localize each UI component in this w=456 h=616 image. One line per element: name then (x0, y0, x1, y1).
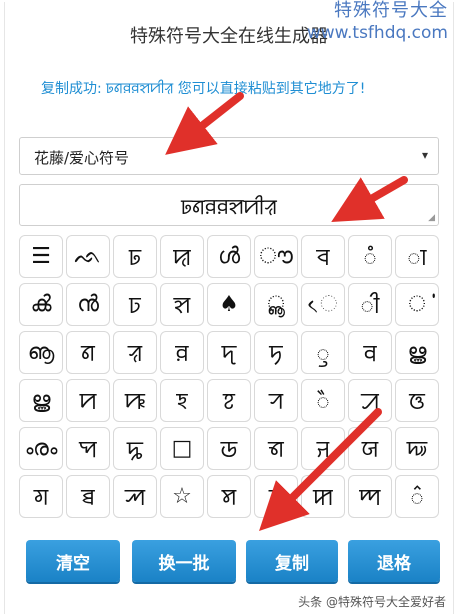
symbol-cell[interactable]: ꠜ (254, 427, 298, 470)
symbol-cell[interactable]: ꠏ (395, 427, 439, 470)
symbol-cell[interactable]: ꠚ (113, 379, 157, 422)
symbol-cell[interactable]: ꠖ (207, 331, 251, 374)
chevron-down-icon: ▾ (421, 148, 428, 162)
symbol-cell[interactable]: ꠘ (66, 331, 110, 374)
copy-status-message: 复制成功: ꠓꠘꠅꠅꠡꠙꠤꠟ 您可以直接粘贴到其它地方了! (19, 78, 439, 100)
symbol-output-textarea[interactable]: ꠓꠘꠅꠅꠡꠙꠤꠟ ◢ (19, 184, 439, 226)
symbol-cell[interactable]: ൾ (207, 235, 251, 278)
watermark-url: www.tsfhdq.com (306, 23, 448, 43)
symbol-cell[interactable]: ꠍ (113, 427, 157, 470)
output-text: ꠓꠘꠅꠅꠡꠙꠤꠟ (181, 195, 277, 219)
symbol-cell[interactable]: ᨙ (301, 283, 345, 326)
symbol-cell[interactable]: ꠙ (66, 379, 110, 422)
symbol-cell[interactable]: ꠡ (160, 283, 204, 326)
symbol-cell[interactable]: ꠞ (254, 475, 298, 518)
resize-grip-icon[interactable]: ◢ (428, 213, 435, 223)
symbol-cell[interactable]: ꠠ (254, 331, 298, 374)
symbol-cell[interactable]: ൣ (254, 283, 298, 326)
symbol-cell[interactable]: ꠗ (66, 427, 110, 470)
symbol-cell[interactable]: ꠈ (348, 475, 392, 518)
symbol-cell[interactable]: ൟ (19, 427, 63, 470)
category-selected-value: 花藤/爱心符号 (34, 149, 130, 167)
symbol-cell[interactable]: ꠊ (66, 475, 110, 518)
symbol-cell[interactable]: ꠓ (113, 235, 157, 278)
symbol-cell[interactable]: ꠌ (301, 235, 345, 278)
footer-credit: 头条 @特殊符号大全爱好者 (298, 595, 446, 609)
symbol-cell[interactable]: ൻ (66, 283, 110, 326)
symbol-cell[interactable]: ꠒ (207, 427, 251, 470)
symbol-cell[interactable]: ♠ (207, 283, 251, 326)
symbol-cell[interactable]: ☆ (160, 475, 204, 518)
symbol-cell[interactable]: ꠢ (160, 235, 204, 278)
symbol-cell[interactable]: ꠅ (160, 331, 204, 374)
symbol-cell[interactable]: ꠂ (301, 379, 345, 422)
symbol-cell[interactable]: ꠤ (348, 283, 392, 326)
symbol-cell[interactable]: ൡ (19, 331, 63, 374)
symbol-cell[interactable]: ꠆ (395, 475, 439, 518)
backspace-button[interactable]: 退格 (348, 540, 440, 582)
symbol-cell[interactable]: ꠋ (348, 235, 392, 278)
symbol-cell[interactable]: ꠥ (301, 331, 345, 374)
symbol-cell[interactable]: ꠇ (301, 475, 345, 518)
copy-button[interactable]: 复制 (246, 540, 338, 582)
watermark-title: 特殊符号大全 (334, 0, 448, 21)
symbol-cell[interactable]: ꠕ (113, 475, 157, 518)
symbol-cell[interactable]: ꠁ (160, 379, 204, 422)
category-select[interactable]: 花藤/爱心符号 ▾ (19, 137, 439, 175)
symbol-cell[interactable]: ൿ (19, 283, 63, 326)
symbol-cell[interactable]: ꠣ (395, 235, 439, 278)
clear-button[interactable]: 清空 (26, 540, 120, 582)
symbol-cell[interactable]: □ (160, 427, 204, 470)
symbol-cell[interactable]: ꠝ (207, 475, 251, 518)
symbol-cell[interactable]: ꠐ (207, 379, 251, 422)
symbol-cell[interactable]: ൗ (254, 235, 298, 278)
symbol-cell[interactable]: ൠ (19, 379, 63, 422)
site-watermark: 特殊符号大全 www.tsfhdq.com (307, 0, 448, 44)
symbol-cell[interactable]: ☰ (19, 235, 63, 278)
status-text: 复制成功: ꠓꠘꠅꠅꠡꠙꠤꠟ 您可以直接粘贴到其它地方了! (41, 81, 366, 97)
symbol-cell[interactable]: ൠ (395, 331, 439, 374)
symbol-cell[interactable]: ꠔ (301, 427, 345, 470)
symbol-cell[interactable]: ꠟ (113, 331, 157, 374)
symbol-cell[interactable]: ᨒ (66, 235, 110, 278)
symbol-cell[interactable]: ꠑ (113, 283, 157, 326)
symbol-cell[interactable]: ꠛ (348, 331, 392, 374)
symbol-grid: ☰ ᨒ ꠓ ꠢ ൾൗ ꠌꠋꠣ ൿ ൻ ꠑ ꠡ ♠ൣᨙꠤ ൎ ൡ ꠘ ꠟ ꠅ ꠖ ꠠꠥ ꠛ ൠ ൠ ꠙ ꠚ ꠁ ꠐ ꠞꠂ ꠀ ꠃ ൟ ꠗ ꠍ □… (19, 235, 441, 521)
symbol-cell[interactable]: ൎ (395, 283, 439, 326)
generator-panel: 特殊符号大全在线生成器 复制成功: ꠓꠘꠅꠅꠡꠙꠤꠟ 您可以直接粘贴到其它地方了… (4, 2, 454, 614)
symbol-cell[interactable]: ꠃ (395, 379, 439, 422)
symbol-cell[interactable]: ꠎ (348, 427, 392, 470)
next-batch-button[interactable]: 换一批 (132, 540, 236, 582)
symbol-cell[interactable]: ꠞ (254, 379, 298, 422)
symbol-cell[interactable]: ꠀ (348, 379, 392, 422)
symbol-cell[interactable]: ꠉ (19, 475, 63, 518)
